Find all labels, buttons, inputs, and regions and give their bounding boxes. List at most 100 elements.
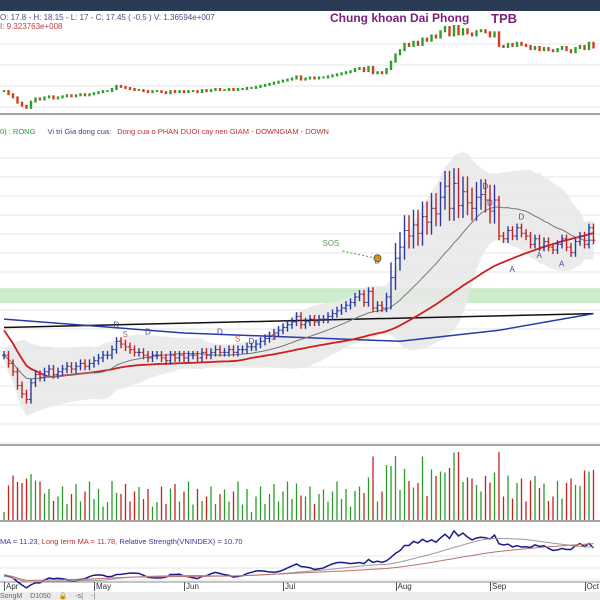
overview-candle xyxy=(164,91,168,95)
rs-panel-legend: MA = 11.23, Long term MA = 11.78, Relati… xyxy=(0,537,243,546)
overview-candle xyxy=(2,90,6,93)
overview-candle xyxy=(556,48,559,53)
overview-candle xyxy=(196,90,199,94)
overview-candle xyxy=(110,88,114,93)
overview-candle xyxy=(128,86,132,90)
overview-candle xyxy=(160,90,163,94)
sos-pointer xyxy=(342,250,376,259)
overview-candle xyxy=(484,29,487,34)
signal-marker-d: D xyxy=(483,182,489,191)
tab-d1050[interactable]: D1050 xyxy=(30,593,51,600)
overview-candle xyxy=(106,90,109,93)
overview-candle xyxy=(142,89,145,93)
overview-candle xyxy=(290,77,294,81)
overview-candle xyxy=(155,90,159,93)
signal-marker-d: D xyxy=(519,212,525,221)
signal-marker-s: S xyxy=(123,330,128,339)
signal-marker-d: D xyxy=(145,327,151,336)
overview-candle xyxy=(169,90,172,95)
overview-candle xyxy=(286,78,289,82)
month-label: Jul xyxy=(283,582,296,591)
overview-candle xyxy=(371,65,375,75)
overview-candle xyxy=(412,40,415,47)
sheet-tabs: SongM D1050 🔒 -s| -| xyxy=(0,592,600,600)
overview-candle xyxy=(232,88,235,92)
overview-candle xyxy=(263,83,267,87)
overview-candle xyxy=(569,49,573,54)
overview-candle xyxy=(277,80,280,84)
overview-candle xyxy=(20,101,24,107)
overview-candle xyxy=(146,90,150,94)
overview-candle xyxy=(425,37,429,42)
month-label: Apr xyxy=(4,582,19,591)
tab-songm[interactable]: SongM xyxy=(0,593,22,600)
overview-candle xyxy=(272,81,276,85)
sos-marker xyxy=(373,254,382,263)
overview-candle xyxy=(493,31,496,38)
ma-value: MA = 11.23, xyxy=(0,537,40,546)
overview-candle xyxy=(457,25,460,36)
scroll-left-button[interactable]: -s| xyxy=(75,593,83,600)
signal-marker-s: S xyxy=(235,334,240,343)
overview-candle xyxy=(358,67,361,71)
ticker-symbol: TPB xyxy=(491,11,517,26)
overview-candle xyxy=(349,70,352,74)
overview-candle xyxy=(421,37,424,46)
overview-candle xyxy=(502,44,505,48)
lock-icon[interactable]: 🔒 xyxy=(59,592,68,600)
overview-candle xyxy=(74,94,78,98)
overview-candle xyxy=(182,90,186,94)
overview-candle xyxy=(151,90,154,94)
overview-candle xyxy=(115,84,118,90)
overview-candle xyxy=(515,41,519,47)
overview-candle xyxy=(119,84,123,88)
overview-candle xyxy=(389,60,393,71)
overview-candle xyxy=(133,88,136,92)
sos-annotation: SOS xyxy=(323,239,340,248)
overview-candle xyxy=(335,73,339,77)
overview-candle xyxy=(92,92,96,96)
overview-candle xyxy=(443,26,447,33)
overview-candle xyxy=(583,44,586,51)
overview-candle xyxy=(380,71,384,75)
signal-marker-a: A xyxy=(537,251,543,260)
overview-candle xyxy=(353,68,357,73)
overview-candle xyxy=(38,97,42,101)
overview-candle xyxy=(592,41,595,49)
overview-candle xyxy=(205,89,208,93)
overview-candle xyxy=(223,89,226,92)
overview-candle xyxy=(376,71,379,75)
overview-candle xyxy=(340,72,343,76)
overview-candle xyxy=(475,30,478,37)
overview-candle xyxy=(227,88,231,92)
scroll-right-button[interactable]: -| xyxy=(91,593,95,600)
overview-candle xyxy=(52,95,55,100)
overview-candle xyxy=(565,46,568,52)
overview-candle xyxy=(209,89,213,93)
stock-chart[interactable]: DDDDSSSDDDDAAASOS xyxy=(0,0,600,600)
overview-candle xyxy=(241,88,244,90)
overview-candle xyxy=(385,68,388,75)
overview-candle xyxy=(245,86,249,90)
overview-candle xyxy=(61,95,64,99)
overview-candle xyxy=(97,91,100,95)
month-label: May xyxy=(94,582,112,591)
overview-candle xyxy=(7,90,10,96)
overview-candle xyxy=(178,90,181,94)
overview-candle xyxy=(403,42,406,52)
overview-candle xyxy=(520,41,523,46)
overview-candle xyxy=(236,88,240,92)
overview-candle xyxy=(529,44,532,51)
overview-candle xyxy=(479,29,483,33)
rs-value: Relative Strength(VNINDEX) = 10.70 xyxy=(117,537,243,546)
indicator-readout: I: 9.323763e+008 xyxy=(0,22,63,31)
overview-candle xyxy=(317,76,321,80)
overview-candle xyxy=(214,88,217,92)
overview-candle xyxy=(34,97,37,103)
overview-candle xyxy=(191,90,195,93)
overview-candle xyxy=(11,93,15,99)
overview-candle xyxy=(322,76,325,79)
overview-candle xyxy=(250,86,253,89)
overview-candle xyxy=(367,65,370,73)
overview-candle xyxy=(394,53,397,63)
